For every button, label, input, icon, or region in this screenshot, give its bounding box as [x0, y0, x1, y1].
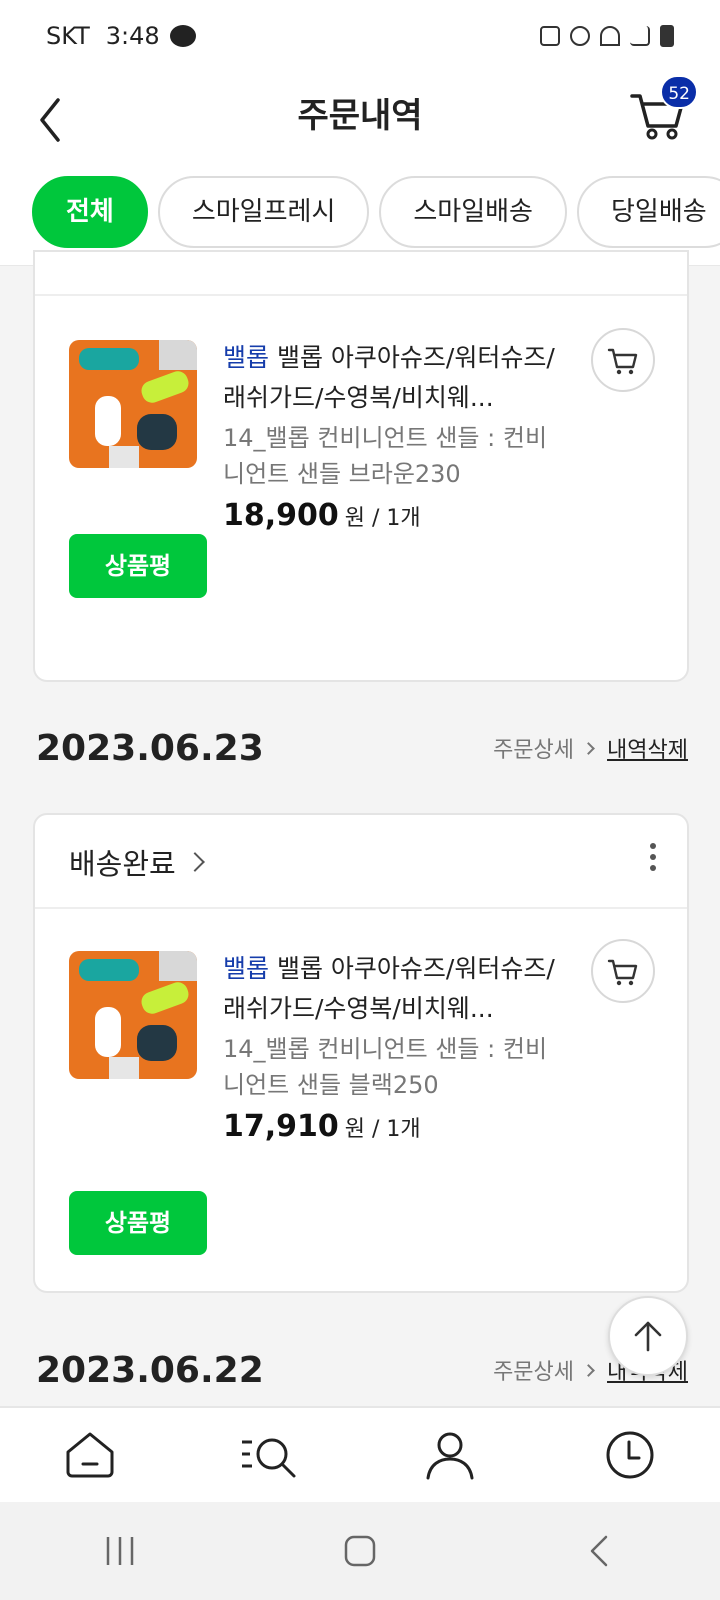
- chip-same-day[interactable]: 당일배송: [576, 176, 720, 248]
- product-price: 17,910: [223, 1109, 339, 1144]
- cart-icon: [607, 348, 638, 375]
- chevron-right-icon: [184, 852, 205, 872]
- add-to-cart-button[interactable]: [591, 328, 655, 392]
- chat-notification-icon: [169, 25, 196, 47]
- product-thumbnail[interactable]: [69, 951, 197, 1079]
- recents-icon: [106, 1537, 134, 1565]
- order-date-row: 2023.06.22 주문상세 내역삭제: [36, 1340, 688, 1400]
- brand-name: 밸롭: [223, 954, 270, 983]
- nav-my-page[interactable]: [415, 1420, 485, 1490]
- user-icon: [426, 1432, 474, 1480]
- product-name[interactable]: 밸롭 밸롭 아쿠아슈즈/워터슈즈/래쉬가드/수영복/비치웨...: [223, 949, 563, 1029]
- bottom-navigation: [0, 1406, 720, 1502]
- card-header-partial: [35, 252, 687, 296]
- order-date: 2023.06.23: [36, 727, 264, 769]
- wifi-icon: [600, 26, 620, 46]
- carrier-label: SKT: [46, 22, 90, 50]
- status-bar: SKT 3:48: [0, 0, 720, 72]
- order-date: 2023.06.22: [36, 1349, 264, 1391]
- delivery-status: 배송완료: [69, 847, 176, 881]
- price-unit: 원 / 1개: [344, 506, 421, 531]
- review-button[interactable]: 상품평: [69, 534, 207, 598]
- product-info: 밸롭 밸롭 아쿠아슈즈/워터슈즈/래쉬가드/수영복/비치웨... 14_밸롭 컨…: [223, 949, 563, 1144]
- product-title: 밸롭 아쿠아슈즈/워터슈즈/래쉬가드/수영복/비치웨...: [223, 954, 555, 1023]
- nav-home[interactable]: [55, 1420, 125, 1490]
- delete-history-link[interactable]: 내역삭제: [607, 732, 688, 764]
- chip-smile-delivery[interactable]: 스마일배송: [379, 176, 567, 248]
- order-item[interactable]: 밸롭 밸롭 아쿠아슈즈/워터슈즈/래쉬가드/수영복/비치웨... 14_밸롭 컨…: [35, 298, 687, 638]
- chip-all[interactable]: 전체: [32, 176, 148, 248]
- order-card: 배송완료 밸롭 밸롭 아쿠아슈즈/워터슈즈/래쉬가드/수영복/비치웨... 14…: [33, 813, 689, 1293]
- lock-icon: [540, 26, 560, 46]
- clock-icon: [606, 1431, 654, 1479]
- order-detail-link[interactable]: 주문상세: [493, 1354, 595, 1386]
- order-detail-link[interactable]: 주문상세: [493, 732, 595, 764]
- search-list-icon: [242, 1438, 296, 1478]
- page-title: 주문내역: [297, 96, 423, 136]
- order-date-row: 2023.06.23 주문상세 내역삭제: [36, 718, 688, 778]
- brand-name: 밸롭: [223, 343, 270, 372]
- review-button[interactable]: 상품평: [69, 1191, 207, 1255]
- alarm-icon: [570, 26, 590, 46]
- back-system-button[interactable]: [565, 1521, 635, 1581]
- more-vertical-icon: [650, 843, 656, 849]
- card-header: 배송완료: [35, 815, 687, 909]
- order-actions: 주문상세 내역삭제: [493, 732, 688, 764]
- delivery-status-link[interactable]: 배송완료: [69, 841, 205, 883]
- system-navigation-bar: [0, 1502, 720, 1600]
- home-square-icon: [344, 1535, 376, 1567]
- price-unit: 원 / 1개: [344, 1117, 421, 1142]
- order-card: 밸롭 밸롭 아쿠아슈즈/워터슈즈/래쉬가드/수영복/비치웨... 14_밸롭 컨…: [33, 250, 689, 682]
- cart-icon: [607, 959, 638, 986]
- cart-count-badge: 52: [660, 75, 698, 109]
- home-icon: [66, 1432, 114, 1478]
- battery-icon: [660, 25, 674, 47]
- order-detail-label: 주문상세: [493, 738, 575, 763]
- back-icon: [590, 1535, 608, 1567]
- more-options-button[interactable]: [647, 843, 659, 879]
- product-option: 14_밸롭 컨비니언트 샌들 : 컨비니언트 샌들 블랙250: [223, 1035, 548, 1099]
- product-title: 밸롭 아쿠아슈즈/워터슈즈/래쉬가드/수영복/비치웨...: [223, 343, 555, 412]
- signal-icon: [630, 26, 650, 46]
- product-name[interactable]: 밸롭 밸롭 아쿠아슈즈/워터슈즈/래쉬가드/수영복/비치웨...: [223, 338, 563, 418]
- add-to-cart-button[interactable]: [591, 939, 655, 1003]
- chevron-right-icon: [582, 1363, 595, 1377]
- product-price: 18,900: [223, 498, 339, 533]
- nav-recent[interactable]: [595, 1420, 665, 1490]
- scroll-to-top-button[interactable]: [608, 1296, 688, 1376]
- product-info: 밸롭 밸롭 아쿠아슈즈/워터슈즈/래쉬가드/수영복/비치웨... 14_밸롭 컨…: [223, 338, 563, 533]
- price-line: 17,910 원 / 1개: [223, 1109, 563, 1144]
- app-header: 주문내역 52: [0, 72, 720, 162]
- home-system-button[interactable]: [325, 1521, 395, 1581]
- order-item[interactable]: 밸롭 밸롭 아쿠아슈즈/워터슈즈/래쉬가드/수영복/비치웨... 14_밸롭 컨…: [35, 909, 687, 1255]
- chevron-right-icon: [582, 741, 595, 755]
- time-label: 3:48: [105, 22, 160, 50]
- price-line: 18,900 원 / 1개: [223, 498, 563, 533]
- product-option: 14_밸롭 컨비니언트 샌들 : 컨비니언트 샌들 브라운230: [223, 424, 548, 488]
- order-detail-label: 주문상세: [493, 1360, 575, 1385]
- nav-search[interactable]: [235, 1420, 305, 1490]
- product-thumbnail[interactable]: [69, 340, 197, 468]
- recents-button[interactable]: [85, 1521, 155, 1581]
- arrow-up-icon: [634, 1321, 662, 1352]
- system-icons: [540, 25, 674, 47]
- chip-smile-fresh[interactable]: 스마일프레시: [157, 176, 370, 248]
